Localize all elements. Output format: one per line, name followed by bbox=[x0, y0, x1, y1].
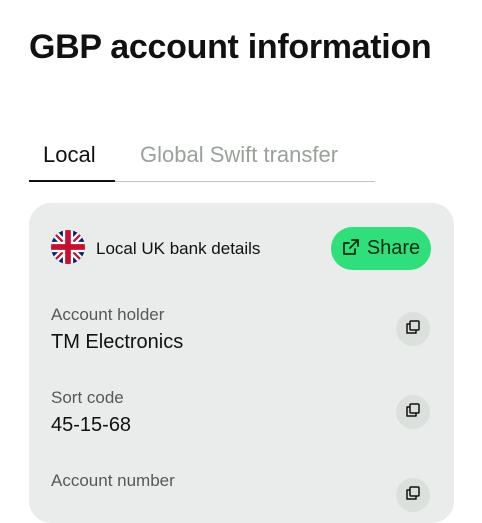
share-button[interactable]: Share bbox=[331, 227, 431, 270]
uk-flag-icon bbox=[51, 230, 85, 264]
account-holder-label: Account holder bbox=[51, 305, 165, 324]
copy-account-holder-button[interactable] bbox=[396, 312, 430, 346]
copy-icon bbox=[405, 319, 421, 340]
copy-sort-code-button[interactable] bbox=[396, 395, 430, 429]
card-heading: Local UK bank details bbox=[96, 239, 261, 258]
page-title: GBP account information bbox=[29, 28, 432, 66]
account-number-label: Account number bbox=[51, 471, 175, 490]
sort-code-label: Sort code bbox=[51, 388, 124, 407]
share-icon bbox=[342, 238, 360, 259]
share-button-label: Share bbox=[366, 237, 421, 259]
account-holder-value: TM Electronics bbox=[51, 331, 184, 353]
sort-code-value: 45-15-68 bbox=[51, 414, 132, 436]
bank-details-card: Local UK bank details Share Account hold… bbox=[29, 203, 454, 523]
copy-icon bbox=[405, 402, 421, 423]
copy-icon bbox=[405, 485, 421, 506]
tab-local[interactable]: Local bbox=[43, 142, 96, 168]
active-tab-indicator bbox=[29, 180, 115, 182]
tab-bar: Local Global Swift transfer bbox=[29, 138, 375, 182]
copy-account-number-button[interactable] bbox=[396, 478, 430, 512]
tab-global-swift-transfer[interactable]: Global Swift transfer bbox=[140, 142, 338, 168]
